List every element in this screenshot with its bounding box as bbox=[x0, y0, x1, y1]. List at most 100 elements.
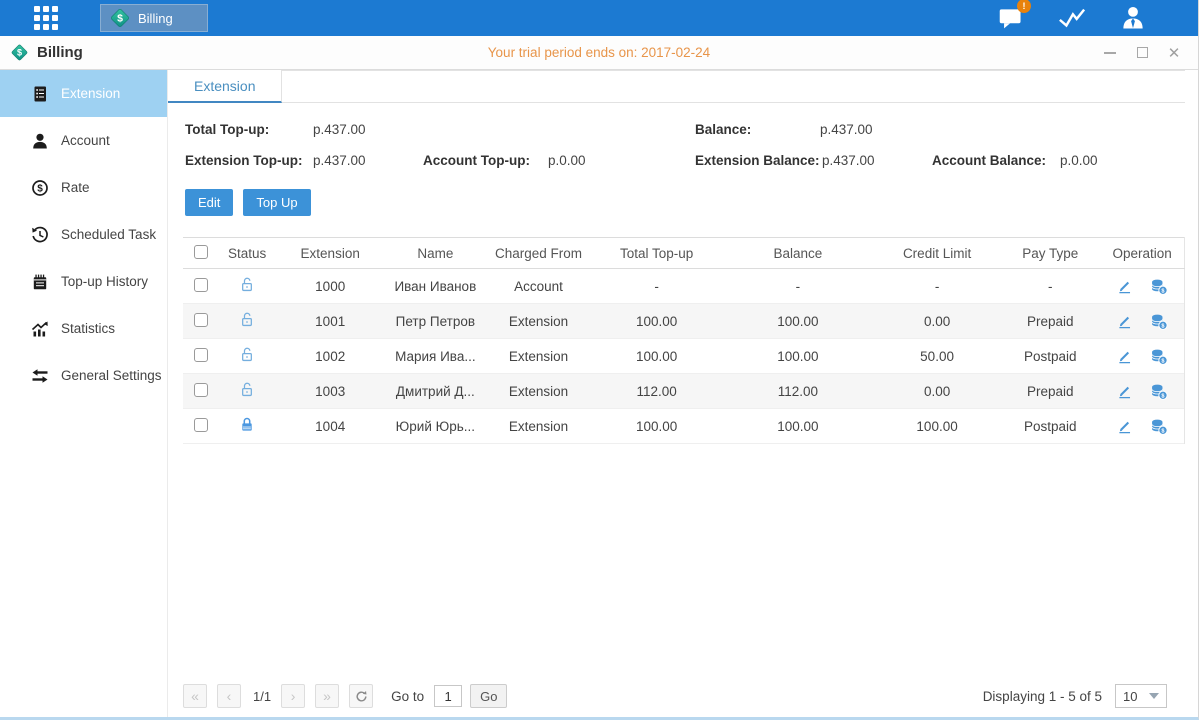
last-page-button[interactable]: » bbox=[315, 684, 339, 708]
sidebar-item-label: Rate bbox=[61, 180, 90, 195]
line-chart-icon bbox=[1057, 4, 1087, 32]
sidebar-item-account[interactable]: Account bbox=[0, 117, 167, 164]
row-checkbox[interactable] bbox=[194, 418, 208, 432]
cell-extension: 1002 bbox=[275, 339, 385, 374]
top-up-button[interactable]: Top Up bbox=[243, 189, 310, 216]
balance-value: p.437.00 bbox=[820, 122, 930, 137]
balance-label: Balance: bbox=[695, 122, 820, 137]
go-button[interactable]: Go bbox=[470, 684, 507, 708]
extension-topup-label: Extension Top-up: bbox=[185, 153, 313, 168]
prev-page-button[interactable]: ‹ bbox=[217, 684, 241, 708]
messages-button[interactable]: ! bbox=[996, 3, 1026, 33]
header-select-all bbox=[183, 238, 219, 269]
sidebar-item-label: Scheduled Task bbox=[61, 227, 156, 242]
displaying-text: Displaying 1 - 5 of 5 bbox=[983, 689, 1102, 704]
sidebar: Extension Account $ Rate bbox=[0, 70, 168, 717]
bar-chart-arrow-icon bbox=[31, 320, 49, 338]
edit-button[interactable]: Edit bbox=[185, 189, 233, 216]
summary-panel: Total Top-up: p.437.00 Balance: p.437.00… bbox=[168, 103, 1185, 176]
minimize-button[interactable] bbox=[1102, 45, 1118, 61]
next-page-button[interactable]: › bbox=[281, 684, 305, 708]
person-icon bbox=[1119, 4, 1147, 32]
top-up-icon[interactable]: $ bbox=[1149, 277, 1169, 296]
column-credit-limit: Credit Limit bbox=[874, 238, 1000, 269]
tab-extension[interactable]: Extension bbox=[168, 70, 282, 103]
cell-extension: 1003 bbox=[275, 374, 385, 409]
svg-text:$: $ bbox=[17, 48, 22, 58]
cell-name: Дмитрий Д... bbox=[385, 374, 485, 409]
cell-extension: 1001 bbox=[275, 304, 385, 339]
cell-pay-type: Postpaid bbox=[1000, 339, 1100, 374]
table-header-row: Status Extension Name Charged From Total… bbox=[183, 238, 1185, 269]
app-launcher-grid-icon[interactable] bbox=[34, 6, 58, 30]
sidebar-item-extension[interactable]: Extension bbox=[0, 70, 167, 117]
statistics-button[interactable] bbox=[1057, 3, 1087, 33]
account-topup-value: p.0.00 bbox=[548, 153, 658, 168]
sidebar-item-statistics[interactable]: Statistics bbox=[0, 305, 167, 352]
cell-credit-limit: 50.00 bbox=[874, 339, 1000, 374]
goto-page-input[interactable] bbox=[434, 685, 462, 707]
cell-pay-type: Prepaid bbox=[1000, 374, 1100, 409]
edit-icon[interactable] bbox=[1116, 278, 1133, 295]
user-account-button[interactable] bbox=[1118, 3, 1148, 33]
edit-icon[interactable] bbox=[1116, 313, 1133, 330]
account-balance-value: p.0.00 bbox=[1060, 153, 1170, 168]
total-topup-value: p.437.00 bbox=[313, 122, 423, 137]
cell-charged-from: Extension bbox=[485, 339, 591, 374]
sidebar-item-rate[interactable]: $ Rate bbox=[0, 164, 167, 211]
cell-name: Иван Иванов bbox=[385, 269, 485, 304]
first-page-button[interactable]: « bbox=[183, 684, 207, 708]
row-checkbox[interactable] bbox=[194, 348, 208, 362]
select-all-checkbox[interactable] bbox=[194, 245, 208, 259]
edit-icon[interactable] bbox=[1116, 418, 1133, 435]
edit-icon[interactable] bbox=[1116, 383, 1133, 400]
edit-icon[interactable] bbox=[1116, 348, 1133, 365]
top-up-icon[interactable]: $ bbox=[1149, 382, 1169, 401]
top-up-icon[interactable]: $ bbox=[1149, 417, 1169, 436]
clock-history-icon bbox=[31, 226, 49, 244]
svg-text:$: $ bbox=[117, 13, 123, 25]
cell-charged-from: Extension bbox=[485, 374, 591, 409]
table-row: 1003 Дмитрий Д... Extension 112.00 112.0… bbox=[183, 374, 1185, 409]
cell-total-topup: 112.00 bbox=[592, 374, 722, 409]
page-title: Billing bbox=[37, 44, 83, 61]
cell-pay-type: Postpaid bbox=[1000, 409, 1100, 444]
sidebar-item-label: Extension bbox=[61, 86, 120, 101]
sidebar-item-topup-history[interactable]: Top-up History bbox=[0, 258, 167, 305]
row-checkbox[interactable] bbox=[194, 313, 208, 327]
maximize-button[interactable] bbox=[1134, 45, 1150, 61]
app-tab-billing[interactable]: $ Billing bbox=[100, 4, 208, 32]
cell-balance: 100.00 bbox=[722, 409, 874, 444]
cell-pay-type: - bbox=[1000, 269, 1100, 304]
sidebar-item-general-settings[interactable]: General Settings bbox=[0, 352, 167, 399]
column-balance: Balance bbox=[722, 238, 874, 269]
page-info: 1/1 bbox=[253, 689, 271, 704]
table-row: 1000 Иван Иванов Account - - - - $ bbox=[183, 269, 1185, 304]
row-checkbox[interactable] bbox=[194, 278, 208, 292]
cell-extension: 1000 bbox=[275, 269, 385, 304]
sidebar-item-label: General Settings bbox=[61, 368, 162, 383]
extension-balance-value: p.437.00 bbox=[822, 153, 932, 168]
unlocked-status-icon bbox=[238, 310, 256, 329]
refresh-icon bbox=[355, 690, 368, 703]
account-balance-label: Account Balance: bbox=[932, 153, 1060, 168]
refresh-button[interactable] bbox=[349, 684, 373, 708]
cell-credit-limit: 0.00 bbox=[874, 304, 1000, 339]
page-size-select[interactable]: 10 bbox=[1115, 684, 1167, 708]
cell-extension: 1004 bbox=[275, 409, 385, 444]
unlocked-status-icon bbox=[238, 380, 256, 399]
sidebar-item-scheduled-task[interactable]: Scheduled Task bbox=[0, 211, 167, 258]
table-row: 1004 Юрий Юрь... Extension 100.00 100.00… bbox=[183, 409, 1185, 444]
top-up-icon[interactable]: $ bbox=[1149, 312, 1169, 331]
trial-notice: Your trial period ends on: 2017-02-24 bbox=[0, 45, 1198, 60]
page-size-value: 10 bbox=[1123, 689, 1137, 704]
cell-total-topup: 100.00 bbox=[592, 409, 722, 444]
column-total-topup: Total Top-up bbox=[592, 238, 722, 269]
cell-name: Мария Ива... bbox=[385, 339, 485, 374]
row-checkbox[interactable] bbox=[194, 383, 208, 397]
cell-total-topup: 100.00 bbox=[592, 339, 722, 374]
top-up-icon[interactable]: $ bbox=[1149, 347, 1169, 366]
column-extension: Extension bbox=[275, 238, 385, 269]
close-button[interactable]: ✕ bbox=[1166, 45, 1182, 61]
action-bar: Edit Top Up bbox=[168, 176, 1185, 216]
